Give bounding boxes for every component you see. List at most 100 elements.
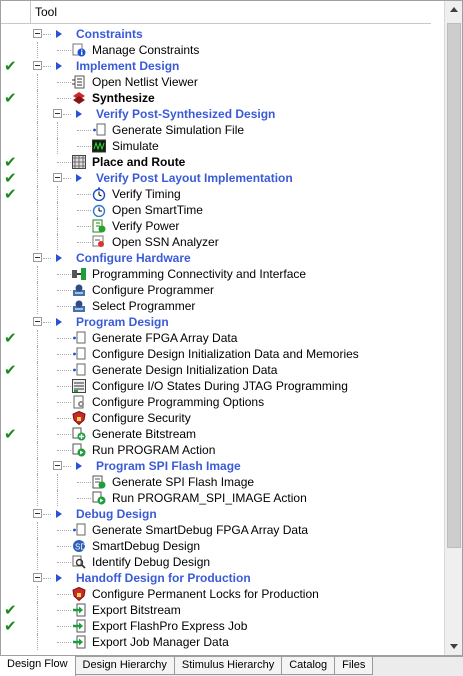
tree-row-smartdebug-design[interactable]: SD SmartDebug Design <box>1 538 431 554</box>
tree-row-generate-simulation-file[interactable]: Generate Simulation File <box>1 122 431 138</box>
tree-row-generate-bitstream[interactable]: ✔ Generate Bitstream <box>1 426 431 442</box>
collapse-toggle[interactable] <box>33 509 42 518</box>
synthesize-icon <box>72 91 86 105</box>
tree-row-label: Configure Programmer <box>92 283 215 297</box>
tree-row-verify-power[interactable]: Verify Power <box>1 218 431 234</box>
tree-row-run-program-spi-image-action[interactable]: Run PROGRAM_SPI_IMAGE Action <box>1 490 431 506</box>
tree-row-constraints[interactable]: Constraints <box>1 26 431 42</box>
tab-stimulus-hierarchy[interactable]: Stimulus Hierarchy <box>174 657 283 675</box>
tree-row-programming-connectivity-and-interface[interactable]: Programming Connectivity and Interface <box>1 266 431 282</box>
tree-row-configure-permanent-locks-for-production[interactable]: Configure Permanent Locks for Production <box>1 586 431 602</box>
tree-row-verify-post-layout-implementation[interactable]: ✔ Verify Post Layout Implementation <box>1 170 431 186</box>
tree-branch-line <box>57 354 71 355</box>
tree-branch-line <box>77 226 91 227</box>
status-column-header[interactable] <box>1 1 31 23</box>
tree-row-generate-spi-flash-image[interactable]: Generate SPI Flash Image <box>1 474 431 490</box>
tree-row-verify-timing[interactable]: ✔ Verify Timing <box>1 186 431 202</box>
tree-guide-line <box>37 346 38 362</box>
collapse-toggle[interactable] <box>33 573 42 582</box>
collapse-toggle[interactable] <box>33 317 42 326</box>
tree-row-configure-programmer[interactable]: Configure Programmer <box>1 282 431 298</box>
tree-row-simulate[interactable]: Simulate <box>1 138 431 154</box>
power-icon <box>92 219 106 233</box>
tree-branch-line <box>43 578 51 579</box>
connectivity-icon <box>72 267 86 281</box>
category-arrow-icon <box>56 318 62 326</box>
tree-row-configure-design-initialization-data-and-memories[interactable]: Configure Design Initialization Data and… <box>1 346 431 362</box>
collapse-toggle[interactable] <box>53 461 62 470</box>
generate-file-icon <box>72 347 86 361</box>
tree-row-export-job-manager-data[interactable]: Export Job Manager Data <box>1 634 431 650</box>
tree-row-handoff-design-for-production[interactable]: Handoff Design for Production <box>1 570 431 586</box>
collapse-toggle[interactable] <box>33 29 42 38</box>
tree-row-label: Programming Connectivity and Interface <box>92 267 307 281</box>
tree-branch-line <box>57 562 71 563</box>
tree-branch-line <box>57 402 71 403</box>
collapse-toggle[interactable] <box>53 109 62 118</box>
tree-row-run-program-action[interactable]: Run PROGRAM Action <box>1 442 431 458</box>
tree-row-verify-post-synthesized-design[interactable]: Verify Post-Synthesized Design <box>1 106 431 122</box>
tree-row-label: Generate Design Initialization Data <box>92 363 278 377</box>
tree-row-synthesize[interactable]: ✔ Synthesize <box>1 90 431 106</box>
tree-row-select-programmer[interactable]: Select Programmer <box>1 298 431 314</box>
tree-row-configure-programming-options[interactable]: Configure Programming Options <box>1 394 431 410</box>
tree-guide-line <box>57 234 58 250</box>
bottom-tab-bar: Design Flow Design Hierarchy Stimulus Hier… <box>0 656 463 676</box>
tree-guide-line <box>37 330 38 346</box>
tree-branch-line <box>57 306 71 307</box>
tree-branch-line <box>57 370 71 371</box>
tree-row-generate-fpga-array-data[interactable]: ✔ Generate FPGA Array Data <box>1 330 431 346</box>
tree-row-generate-design-initialization-data[interactable]: ✔ Generate Design Initialization Data <box>1 362 431 378</box>
collapse-toggle[interactable] <box>33 253 42 262</box>
collapse-toggle[interactable] <box>53 173 62 182</box>
tree-branch-line <box>57 546 71 547</box>
tree-row-configure-i-o-states-during-jtag-programming[interactable]: Configure I/O States During JTAG Program… <box>1 378 431 394</box>
tree-branch-line <box>77 210 91 211</box>
tree-row-label: Run PROGRAM Action <box>92 443 216 457</box>
tree-branch-line <box>43 514 51 515</box>
tree-row-generate-smartdebug-fpga-array-data[interactable]: Generate SmartDebug FPGA Array Data <box>1 522 431 538</box>
tree-row-place-and-route[interactable]: ✔ Place and Route <box>1 154 431 170</box>
scroll-down-button[interactable] <box>446 638 462 654</box>
tree-row-debug-design[interactable]: Debug Design <box>1 506 431 522</box>
tab-design-hierarchy[interactable]: Design Hierarchy <box>75 657 175 675</box>
tree-row-export-flashpro-express-job[interactable]: ✔ Export FlashPro Express Job <box>1 618 431 634</box>
tree-branch-line <box>43 66 51 67</box>
tree-branch-line <box>57 530 71 531</box>
tree-row-export-bitstream[interactable]: ✔ Export Bitstream <box>1 602 431 618</box>
scroll-up-button[interactable] <box>446 2 462 18</box>
collapse-toggle[interactable] <box>33 61 42 70</box>
security-icon <box>72 586 86 602</box>
tree-guide-line <box>37 138 38 154</box>
tree-row-label: Configure Programming Options <box>92 395 265 409</box>
tree-row-manage-constraints[interactable]: Manage Constraints <box>1 42 431 58</box>
tree-guide-line <box>37 186 38 202</box>
place-route-icon <box>72 155 86 169</box>
tree-row-implement-design[interactable]: ✔ Implement Design <box>1 58 431 74</box>
tree-row-identify-debug-design[interactable]: Identify Debug Design <box>1 554 431 570</box>
tab-files[interactable]: Files <box>335 657 374 675</box>
tree-row-label: Place and Route <box>92 155 186 169</box>
tab-design-flow[interactable]: Design Flow <box>0 656 76 676</box>
tree-row-open-netlist-viewer[interactable]: Open Netlist Viewer <box>1 74 431 90</box>
vertical-scrollbar[interactable] <box>444 1 462 655</box>
tree-row-configure-security[interactable]: Configure Security <box>1 410 431 426</box>
tree-row-label: Program SPI Flash Image <box>96 459 241 473</box>
spi-image-icon <box>92 475 106 489</box>
tool-column-header[interactable]: Tool <box>31 1 431 23</box>
tree-guide-line <box>37 218 38 234</box>
tree-row-label: Open SmartTime <box>112 203 203 217</box>
tree-guide-line <box>37 602 38 618</box>
tree-row-program-design[interactable]: Program Design <box>1 314 431 330</box>
tree-branch-line <box>57 290 71 291</box>
tree-row-open-ssn-analyzer[interactable]: Open SSN Analyzer <box>1 234 431 250</box>
tree-branch-line <box>57 162 71 163</box>
tree-guide-line <box>37 458 38 474</box>
tab-catalog[interactable]: Catalog <box>282 657 336 675</box>
tree-row-open-smarttime[interactable]: Open SmartTime <box>1 202 431 218</box>
tree-guide-line <box>57 490 58 506</box>
scrollbar-thumb[interactable] <box>447 23 461 548</box>
tree-guide-line <box>37 634 38 650</box>
tree-row-configure-hardware[interactable]: Configure Hardware <box>1 250 431 266</box>
tree-row-program-spi-flash-image[interactable]: Program SPI Flash Image <box>1 458 431 474</box>
